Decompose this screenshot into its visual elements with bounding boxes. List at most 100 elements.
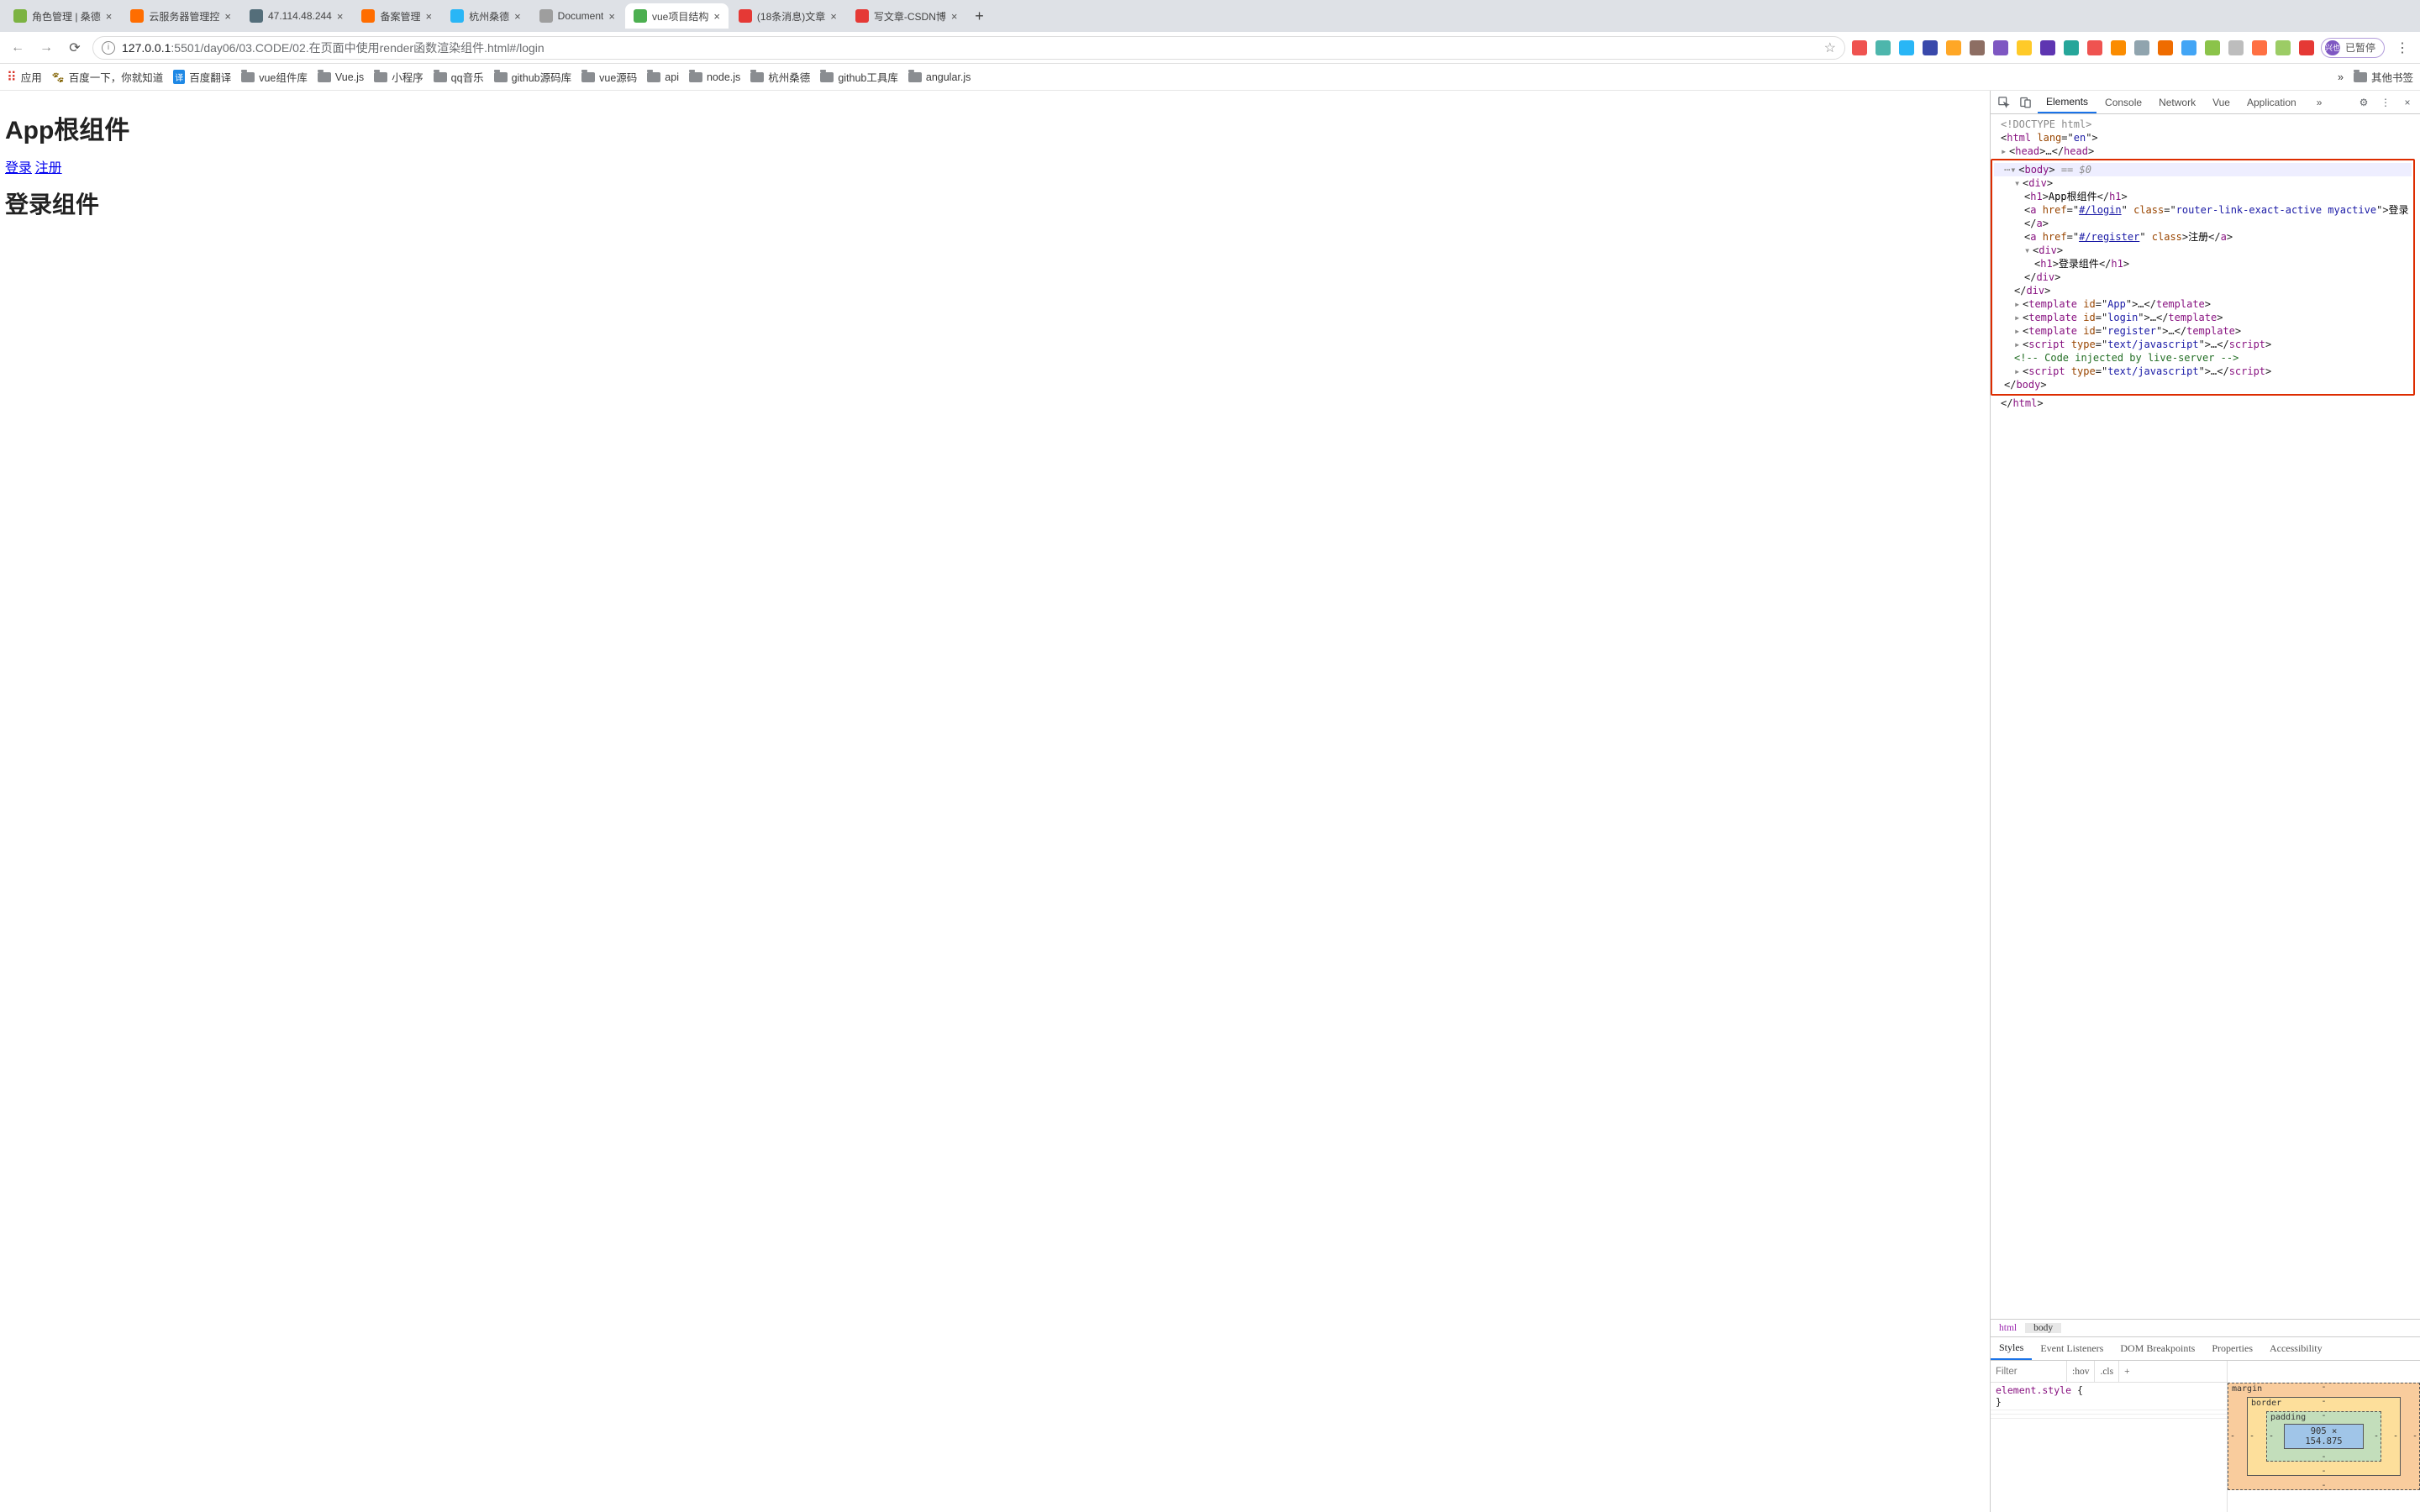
extension-icon[interactable] [1852,40,1867,55]
extension-icon[interactable] [2064,40,2079,55]
browser-tab[interactable]: 杭州桑德 × [442,3,529,29]
extension-icon[interactable] [2275,40,2291,55]
bookmark-item[interactable]: qq音乐 [434,69,484,85]
cls-toggle[interactable]: .cls [2094,1361,2118,1382]
close-icon[interactable]: × [713,10,720,23]
device-toolbar-icon[interactable] [2016,93,2034,112]
browser-tab[interactable]: 写文章-CSDN博 × [847,3,966,29]
styles-subtab[interactable]: Event Listeners [2032,1337,2112,1360]
extension-icon[interactable] [2205,40,2220,55]
back-button[interactable]: ← [7,37,29,59]
close-icon[interactable]: × [830,10,837,23]
styles-subtab[interactable]: Accessibility [2261,1337,2331,1360]
devtools-tab-elements[interactable]: Elements [2038,91,2096,113]
extension-icon[interactable] [1970,40,1985,55]
bookmarks-overflow[interactable]: » [2338,71,2344,83]
devtools-tab-console[interactable]: Console [2096,91,2150,113]
devtools-tab-vue[interactable]: Vue [2204,91,2238,113]
new-tab-button[interactable]: + [967,4,991,28]
browser-tab[interactable]: 云服务器管理控 × [122,3,239,29]
extension-icon[interactable] [2087,40,2102,55]
extension-icon[interactable] [1899,40,1914,55]
styles-subtab[interactable]: DOM Breakpoints [2112,1337,2203,1360]
browser-tab[interactable]: 角色管理 | 桑德 × [5,3,120,29]
css-rule[interactable]: </span><span class="sel">body</span> {<b… [1991,1415,2227,1419]
bookmark-label: 小程序 [392,69,424,85]
devtools-tab-network[interactable]: Network [2150,91,2204,113]
register-link[interactable]: 注册 [35,161,62,176]
devtools-tabs: ElementsConsoleNetworkVueApplication » ⚙… [1991,91,2420,114]
devtools-menu-icon[interactable]: ⋮ [2376,93,2395,112]
bookmark-item[interactable]: vue组件库 [241,69,308,85]
other-bookmarks[interactable]: 其他书签 [2354,69,2413,85]
extension-icon[interactable] [2228,40,2244,55]
extension-icon[interactable] [2040,40,2055,55]
bookmark-item[interactable]: github源码库 [494,69,572,85]
close-icon[interactable]: × [337,10,344,23]
extension-icon[interactable] [1923,40,1938,55]
close-icon[interactable]: × [608,10,615,23]
bookmark-item[interactable]: api [647,71,679,83]
extension-icon[interactable] [2134,40,2149,55]
box-content-size: 905 × 154.875 [2284,1424,2364,1449]
extension-icon[interactable] [2181,40,2196,55]
styles-filter-input[interactable] [1991,1367,2066,1377]
crumb-body[interactable]: body [2025,1323,2061,1333]
elements-dom-tree[interactable]: <!DOCTYPE html><html lang="en">▸<head>…<… [1991,114,2420,1319]
bookmark-item[interactable]: 杭州桑德 [750,69,810,85]
extension-icon[interactable] [2111,40,2126,55]
browser-tab[interactable]: 47.114.48.244 × [241,3,351,29]
styles-subtab[interactable]: Styles [1991,1337,2032,1360]
reload-button[interactable]: ⟳ [64,37,86,59]
close-icon[interactable]: × [514,10,521,23]
css-rule[interactable]: element.style {} [1991,1383,2227,1410]
crumb-html[interactable]: html [1991,1323,2025,1333]
extension-icon[interactable] [1946,40,1961,55]
devtools-tab-application[interactable]: Application [2238,91,2305,113]
styles-rules[interactable]: :hov .cls + element.style {} </span><span… [1991,1361,2227,1512]
debugger-paused-pill[interactable]: 兴也 已暂停 [2321,38,2385,58]
browser-tab[interactable]: 备案管理 × [353,3,440,29]
extension-icon[interactable] [2017,40,2032,55]
hov-toggle[interactable]: :hov [2066,1361,2094,1382]
close-icon[interactable]: × [425,10,432,23]
folder-icon [581,72,595,82]
address-bar[interactable]: i 127.0.0.1:5501/day06/03.CODE/02.在页面中使用… [92,36,1845,60]
tab-favicon [250,9,263,23]
tab-favicon [539,9,553,23]
extension-icon[interactable] [2252,40,2267,55]
bookmark-item[interactable]: 译百度翻译 [173,69,231,85]
extension-icon[interactable] [1876,40,1891,55]
extension-icon[interactable] [1993,40,2008,55]
browser-tab[interactable]: (18条消息)文章 × [730,3,845,29]
devtools-more-tabs[interactable]: » [2308,91,2331,113]
login-link[interactable]: 登录 [5,161,32,176]
bookmark-item[interactable]: vue源码 [581,69,637,85]
browser-tab[interactable]: vue项目结构 × [625,3,729,29]
tab-favicon [13,9,27,23]
inspect-element-icon[interactable] [1994,93,2012,112]
styles-subtab[interactable]: Properties [2203,1337,2261,1360]
close-icon[interactable]: × [951,10,958,23]
devtools-close-icon[interactable]: × [2398,93,2417,112]
bookmark-item[interactable]: ⠿应用 [7,69,42,86]
bookmark-item[interactable]: github工具库 [820,69,898,85]
star-icon[interactable]: ☆ [1824,39,1836,56]
close-icon[interactable]: × [106,10,113,23]
tab-title: 备案管理 [380,9,420,24]
extension-icon[interactable] [2158,40,2173,55]
site-info-icon[interactable]: i [102,41,115,55]
chrome-menu-icon[interactable]: ⋮ [2391,37,2413,59]
new-rule-button[interactable]: + [2118,1361,2135,1382]
bookmark-item[interactable]: 🐾百度一下，你就知道 [52,69,163,85]
bookmark-item[interactable]: angular.js [908,71,971,83]
bookmark-item[interactable]: Vue.js [318,71,364,83]
settings-gear-icon[interactable]: ⚙ [2354,93,2373,112]
extension-icon[interactable] [2299,40,2314,55]
bookmark-item[interactable]: 小程序 [374,69,424,85]
bookmark-item[interactable]: node.js [689,71,740,83]
browser-tab[interactable]: Document × [531,3,623,29]
box-padding-label: padding [2270,1413,2306,1422]
close-icon[interactable]: × [224,10,231,23]
dom-breadcrumb[interactable]: html body [1991,1319,2420,1337]
